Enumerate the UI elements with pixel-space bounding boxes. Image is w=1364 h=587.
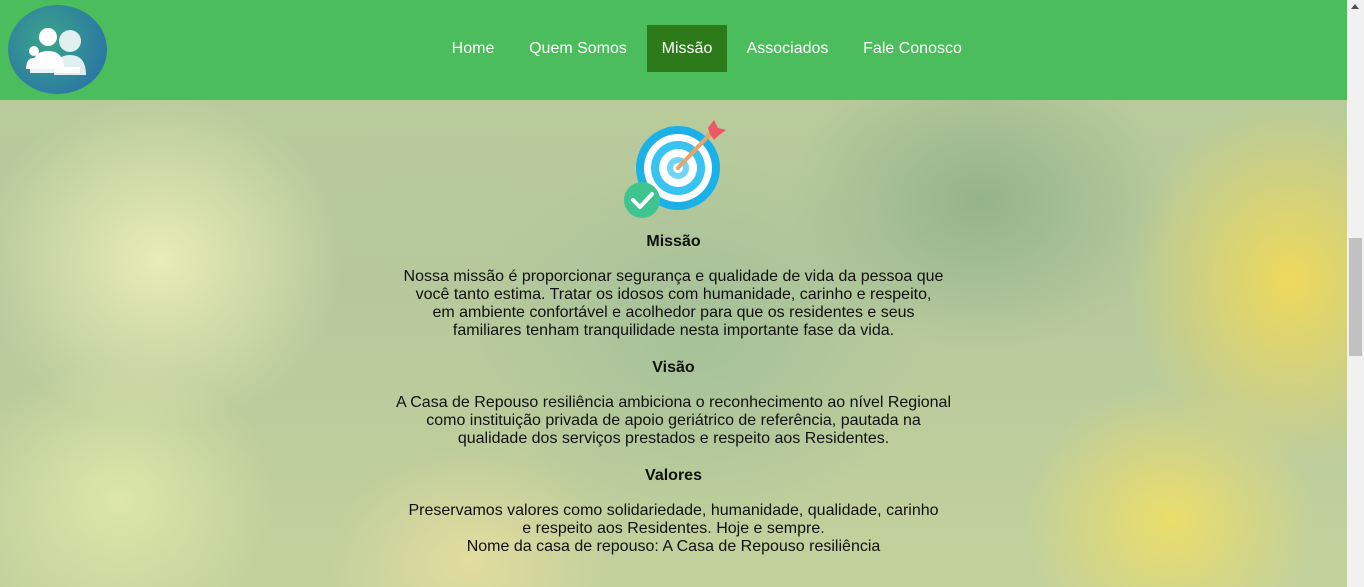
visao-line: como instituição privada de apoio geriát… bbox=[426, 412, 921, 429]
missao-line: Nossa missão é proporcionar segurança e … bbox=[403, 268, 944, 285]
valores-line: Preservamos valores como solidariedade, … bbox=[408, 502, 939, 519]
visao-line: qualidade dos serviços prestados e respe… bbox=[457, 430, 890, 447]
valores-line: Nome da casa de repouso: A Casa de Repou… bbox=[466, 538, 881, 555]
scrollbar-thumb[interactable] bbox=[1349, 238, 1362, 356]
visao-title: Visão bbox=[652, 359, 695, 376]
nav-missao[interactable]: Missão bbox=[647, 25, 727, 72]
visao-line: A Casa de Repouso resiliência ambiciona … bbox=[396, 394, 951, 411]
missao-line: em ambiente confortável e acolhedor para… bbox=[432, 304, 915, 321]
visao-text: A Casa de Repouso resiliência ambiciona … bbox=[0, 394, 1347, 448]
logo[interactable] bbox=[8, 5, 107, 94]
nav-home[interactable]: Home bbox=[438, 25, 508, 72]
scroll-up-arrow-icon[interactable] bbox=[1351, 4, 1359, 9]
valores-title: Valores bbox=[645, 467, 702, 484]
missao-text: Nossa missão é proporcionar segurança e … bbox=[0, 268, 1347, 340]
nav-fale-conosco[interactable]: Fale Conosco bbox=[851, 25, 974, 72]
family-people-icon bbox=[26, 28, 86, 75]
missao-title: Missão bbox=[646, 233, 701, 250]
missao-line: você tanto estima. Tratar os idosos com … bbox=[415, 286, 932, 303]
top-navbar: Home Quem Somos Missão Associados Fale C… bbox=[0, 0, 1347, 100]
nav-quem-somos[interactable]: Quem Somos bbox=[518, 25, 638, 72]
target-arrow-check-icon bbox=[624, 120, 726, 218]
valores-line: e respeito aos Residentes. Hoje e sempre… bbox=[522, 520, 825, 537]
mission-content: Missão Nossa missão é proporcionar segur… bbox=[0, 100, 1347, 587]
valores-text: Preservamos valores como solidariedade, … bbox=[0, 502, 1347, 556]
nav-associados[interactable]: Associados bbox=[737, 25, 838, 72]
missao-line: familiares tenham tranquilidade nesta im… bbox=[452, 322, 895, 339]
